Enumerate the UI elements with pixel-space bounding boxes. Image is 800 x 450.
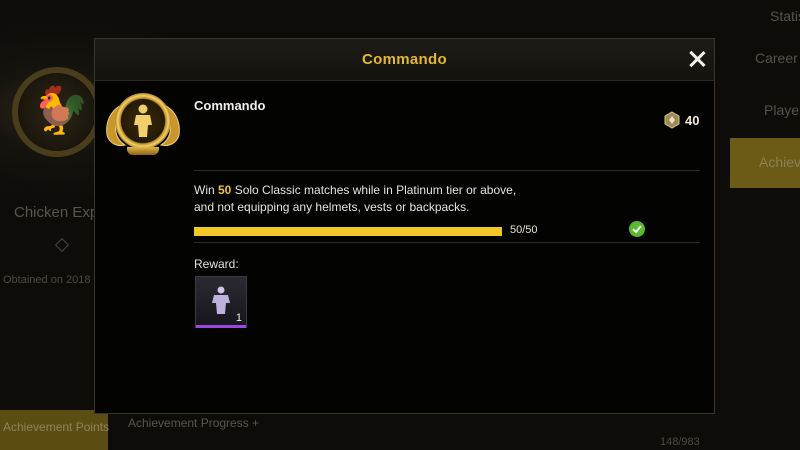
- points-value: 40: [685, 113, 700, 128]
- tab-career[interactable]: Career: [730, 34, 800, 84]
- background-achievement-title: Chicken Expe: [14, 204, 107, 221]
- background-obtained-date: Obtained on 2018: [3, 274, 91, 286]
- achievement-description: Win 50 Solo Classic matches while in Pla…: [194, 182, 594, 216]
- dialog-header: Commando: [95, 39, 714, 81]
- achievement-points: 40: [663, 111, 713, 131]
- badge-base: [127, 147, 159, 155]
- achievement-name: Commando: [194, 98, 266, 113]
- achievement-points-icon: [664, 111, 680, 129]
- chicken-icon: 🐓: [32, 84, 90, 136]
- tab-player[interactable]: Player: [730, 86, 800, 136]
- tab-achievements[interactable]: Achiev: [730, 138, 800, 188]
- achievement-points-button[interactable]: Achievement Points: [0, 410, 110, 450]
- reward-label: Reward:: [194, 257, 239, 271]
- achievement-progress-count: 148/983: [660, 436, 700, 448]
- reward-count: 1: [235, 312, 242, 324]
- reward-rarity-bar: [196, 325, 246, 328]
- close-icon[interactable]: [687, 49, 707, 69]
- progress-bar: [194, 227, 502, 236]
- dialog-title: Commando: [362, 51, 447, 68]
- achievement-badge-icon: [103, 91, 183, 161]
- divider: [194, 170, 700, 171]
- progress-label: 50/50: [510, 224, 538, 236]
- achievement-points-label: Achievement Points: [3, 420, 110, 434]
- description-highlight: 50: [218, 183, 232, 197]
- description-line-2: and not equipping any helmets, vests or …: [194, 200, 470, 214]
- checkmark-icon: [629, 221, 645, 237]
- commando-figure-icon: [134, 104, 152, 137]
- description-line-1: Win 50 Solo Classic matches while in Pla…: [194, 183, 517, 197]
- achievement-progress-label[interactable]: Achievement Progress +: [128, 416, 259, 430]
- outfit-figure-icon: [212, 286, 230, 314]
- progress-bar-fill: [194, 227, 502, 236]
- reward-item[interactable]: 1: [195, 276, 247, 328]
- divider: [194, 242, 700, 243]
- achievement-detail-dialog: Commando Commando 40 Win 50 Solo Classic…: [94, 38, 715, 414]
